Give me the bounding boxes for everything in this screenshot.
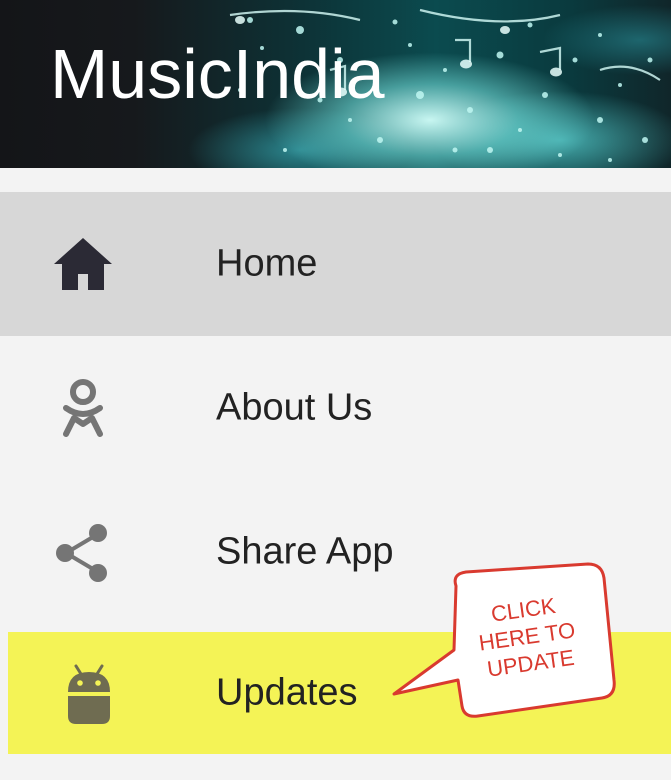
menu-item-label: Share App	[216, 530, 394, 573]
menu-item-about-us[interactable]: About Us	[0, 336, 671, 480]
android-icon	[68, 664, 110, 724]
menu-item-home[interactable]: Home	[0, 192, 671, 336]
share-icon	[56, 524, 107, 582]
menu-item-label: About Us	[216, 386, 373, 429]
person-icon	[63, 379, 103, 437]
navigation-drawer: MusicIndia Home About Us Share App Updat…	[0, 0, 671, 780]
menu-item-label: Home	[216, 242, 318, 285]
app-title: MusicIndia	[50, 35, 385, 113]
menu-item-label: Updates	[216, 671, 358, 714]
home-icon	[54, 238, 112, 290]
drawer-header: MusicIndia	[0, 0, 671, 168]
callout-text: CLICK HERE TO UPDATE	[477, 592, 577, 682]
